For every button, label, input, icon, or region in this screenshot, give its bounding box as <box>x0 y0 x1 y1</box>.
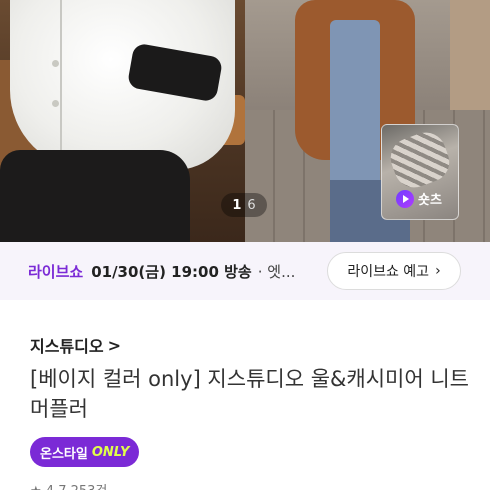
live-show-datetime: 01/30(금) 19:00 방송 <box>91 262 252 281</box>
onstyle-only-badge: 온스타일 ONLY <box>30 437 140 467</box>
jacket-seam <box>60 0 62 160</box>
pager-current: 1 <box>232 197 242 213</box>
jacket-button <box>52 60 59 67</box>
live-show-title-truncated: · 엣... <box>257 262 296 281</box>
chevron-right-icon: > <box>107 335 122 355</box>
image-pager: 1 6 <box>221 193 267 217</box>
product-photo-left <box>0 0 245 242</box>
black-skirt <box>0 150 190 242</box>
jacket-button <box>52 100 59 107</box>
shorts-label-row: 숏츠 <box>396 189 442 208</box>
rating-summary[interactable]: ★ 4.7 253건 <box>30 480 107 490</box>
play-icon <box>396 189 414 208</box>
live-show-tag: 라이브쇼 <box>28 262 84 281</box>
live-show-preview-button[interactable]: 라이브쇼 예고 › <box>327 252 461 290</box>
chevron-right-icon: › <box>435 263 441 279</box>
background-pillar <box>450 0 490 120</box>
badge-prefix: 온스타일 <box>40 446 88 462</box>
rating-text: ★ 4.7 253건 <box>30 480 107 490</box>
shorts-thumbnail[interactable]: 숏츠 <box>381 124 459 220</box>
badge-only-text: ONLY <box>91 444 130 460</box>
brand-link[interactable]: 지스튜디오 > <box>30 333 121 357</box>
product-title: [베이지 컬러 only] 지스튜디오 울&캐시미어 니트 머플러 <box>30 367 469 421</box>
brand-name: 지스튜디오 <box>30 337 104 356</box>
shorts-label: 숏츠 <box>418 193 442 208</box>
live-show-preview-label: 라이브쇼 예고 <box>347 264 430 280</box>
shorts-preview-image <box>385 126 455 194</box>
pager-total: 6 <box>247 197 256 213</box>
product-image-carousel[interactable]: 1 6 숏츠 <box>0 0 490 242</box>
